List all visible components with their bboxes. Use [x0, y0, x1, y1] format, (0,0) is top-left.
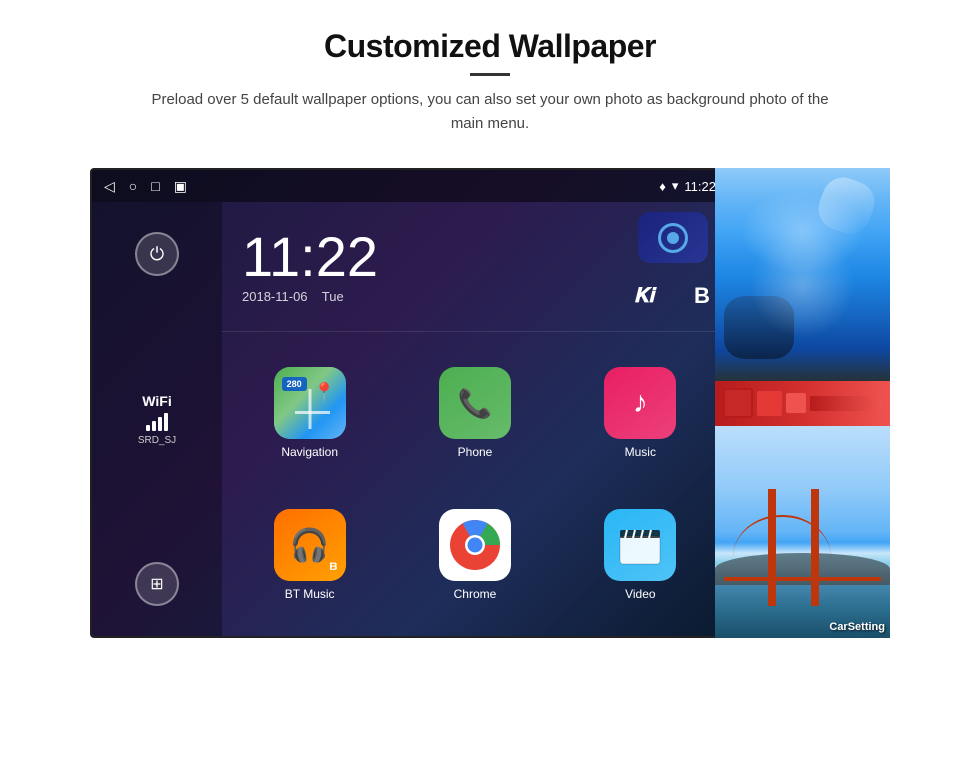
navigation-label: Navigation [281, 445, 338, 459]
music-icon: ♪ [604, 367, 676, 439]
phone-icon: 📞 [439, 367, 511, 439]
location-icon: ♦ [659, 179, 666, 194]
wifi-label: WiFi [138, 393, 176, 409]
quick-access: 𝐊𝐢 B [619, 271, 727, 321]
thumb-ice-cave[interactable] [715, 168, 890, 381]
btmusic-icon: 🎧 ʙ [274, 509, 346, 581]
phone-symbol: 📞 [458, 387, 493, 420]
app-music[interactable]: ♪ Music [558, 342, 723, 484]
ice-cave-bg [715, 168, 890, 381]
title-section: Customized Wallpaper Preload over 5 defa… [140, 28, 840, 136]
ki-button[interactable]: 𝐊𝐢 [619, 271, 669, 321]
android-screen: ◁ ○ □ ▣ ♦ ▾ 11:22 ⏻ WiFi [90, 168, 730, 638]
app-navigation[interactable]: 280 📍 Navigation [227, 342, 392, 484]
clock-right: 𝐊𝐢 B [618, 202, 728, 331]
apps-button[interactable]: ⊞ [135, 562, 179, 606]
wifi-ssid: SRD_SJ [138, 435, 176, 446]
wifi-bar-3 [158, 417, 162, 431]
chrome-label: Chrome [454, 587, 497, 601]
page-wrapper: Customized Wallpaper Preload over 5 defa… [0, 0, 980, 758]
thumb-red-strip[interactable] [715, 381, 890, 426]
video-icon [604, 509, 676, 581]
status-left: ◁ ○ □ ▣ [104, 178, 187, 195]
app-btmusic[interactable]: 🎧 ʙ BT Music [227, 484, 392, 626]
app-phone[interactable]: 📞 Phone [392, 342, 557, 484]
app-video[interactable]: Video [558, 484, 723, 626]
photo-icon[interactable]: ▣ [174, 178, 187, 195]
btmusic-label: BT Music [285, 587, 335, 601]
home-icon[interactable]: ○ [129, 178, 137, 194]
video-label: Video [625, 587, 655, 601]
music-label: Music [625, 445, 656, 459]
car-setting-label: CarSetting [829, 621, 885, 633]
left-sidebar: ⏻ WiFi SRD_SJ ⊞ [92, 202, 222, 636]
status-time: 11:22 [684, 179, 716, 194]
antenna-icon [658, 223, 688, 253]
navigation-icon: 280 📍 [274, 367, 346, 439]
wifi-bar-1 [146, 425, 150, 431]
bridge-bg [715, 426, 890, 639]
power-button[interactable]: ⏻ [135, 232, 179, 276]
back-icon[interactable]: ◁ [104, 178, 115, 195]
screen-content: ⏻ WiFi SRD_SJ ⊞ [92, 202, 728, 636]
title-divider [470, 73, 510, 76]
clock-left: 11:22 2018-11-06 Tue [222, 202, 618, 331]
wifi-bar-2 [152, 421, 156, 431]
wifi-status-icon: ▾ [672, 178, 679, 194]
page-subtitle: Preload over 5 default wallpaper options… [140, 88, 840, 136]
status-bar: ◁ ○ □ ▣ ♦ ▾ 11:22 [92, 170, 728, 202]
thumb-bridge[interactable]: CarSetting [715, 426, 890, 639]
device-wrapper: ◁ ○ □ ▣ ♦ ▾ 11:22 ⏻ WiFi [90, 168, 890, 638]
phone-label: Phone [458, 445, 493, 459]
wifi-bars [138, 413, 176, 431]
thumb-mid-content [715, 381, 890, 426]
wifi-bar-4 [164, 413, 168, 431]
main-area: 11:22 2018-11-06 Tue [222, 202, 728, 636]
page-title: Customized Wallpaper [140, 28, 840, 65]
recents-icon[interactable]: □ [151, 178, 159, 194]
clock-section: 11:22 2018-11-06 Tue [222, 202, 728, 332]
status-right: ♦ ▾ 11:22 [659, 178, 716, 194]
wallpaper-thumbnails: CarSetting [715, 168, 890, 638]
app-chrome[interactable]: Chrome [392, 484, 557, 626]
clock-day: Tue [322, 289, 344, 304]
wifi-section: WiFi SRD_SJ [138, 393, 176, 446]
chrome-icon [439, 509, 511, 581]
clock-date: 2018-11-06 Tue [242, 289, 598, 304]
app-grid: 280 📍 Navigation 📞 [222, 332, 728, 636]
clock-time: 11:22 [242, 229, 598, 285]
music-symbol: ♪ [633, 386, 648, 420]
signal-widget [638, 212, 708, 263]
clock-date-value: 2018-11-06 [242, 289, 308, 304]
